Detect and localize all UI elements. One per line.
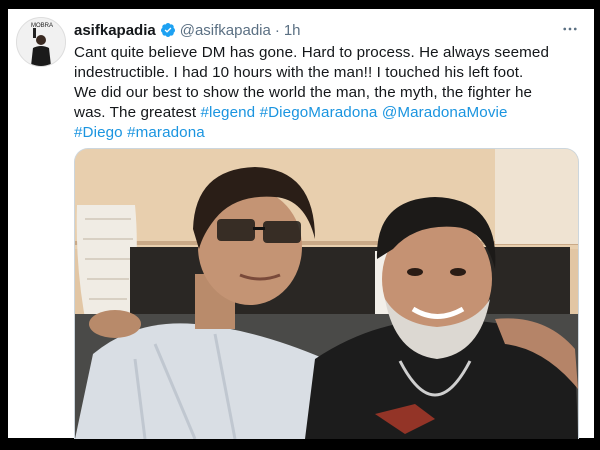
tweet-text-line: #Diego #maradona (74, 123, 579, 143)
frame-border-left (0, 0, 8, 450)
hashtag-maradona[interactable]: #maradona (127, 124, 205, 141)
verified-badge-icon (160, 22, 176, 38)
hashtag-diego[interactable]: #Diego (74, 124, 123, 141)
display-name[interactable]: asifkapadia (74, 22, 156, 39)
separator-dot: · (274, 21, 280, 39)
photo-two-men (75, 149, 578, 439)
tweet-text-line: We did our best to show the world the ma… (74, 84, 533, 101)
tweet-text-line: was. The greatest #legend #DiegoMaradona… (74, 103, 579, 123)
tweet-text-line-start: was. The greatest (74, 104, 201, 121)
more-options-icon[interactable] (558, 17, 582, 41)
hashtag-diegomaradona[interactable]: #DiegoMaradona (260, 104, 378, 121)
tweet-card[interactable]: MOBRA asifkapadia @asifkapadia · 1h Cant… (8, 9, 594, 439)
tweet-text-line: indestructible. I had 10 hours with the … (74, 64, 524, 81)
tweet-photo[interactable] (74, 148, 579, 439)
frame-border-bottom (0, 438, 600, 450)
user-handle[interactable]: @asifkapadia (180, 22, 271, 39)
tweet-header: asifkapadia @asifkapadia · 1h (74, 19, 301, 41)
tweet-text-line: Cant quite believe DM has gone. Hard to … (74, 44, 550, 61)
frame-border-top (0, 0, 600, 9)
hashtag-legend[interactable]: #legend (200, 104, 255, 121)
avatar[interactable]: MOBRA (16, 17, 66, 67)
timestamp[interactable]: 1h (284, 22, 301, 39)
mention-maradonamovie[interactable]: @MaradonaMovie (382, 104, 508, 121)
tweet-text: Cant quite believe DM has gone. Hard to … (74, 43, 579, 143)
frame-border-right (594, 0, 600, 450)
